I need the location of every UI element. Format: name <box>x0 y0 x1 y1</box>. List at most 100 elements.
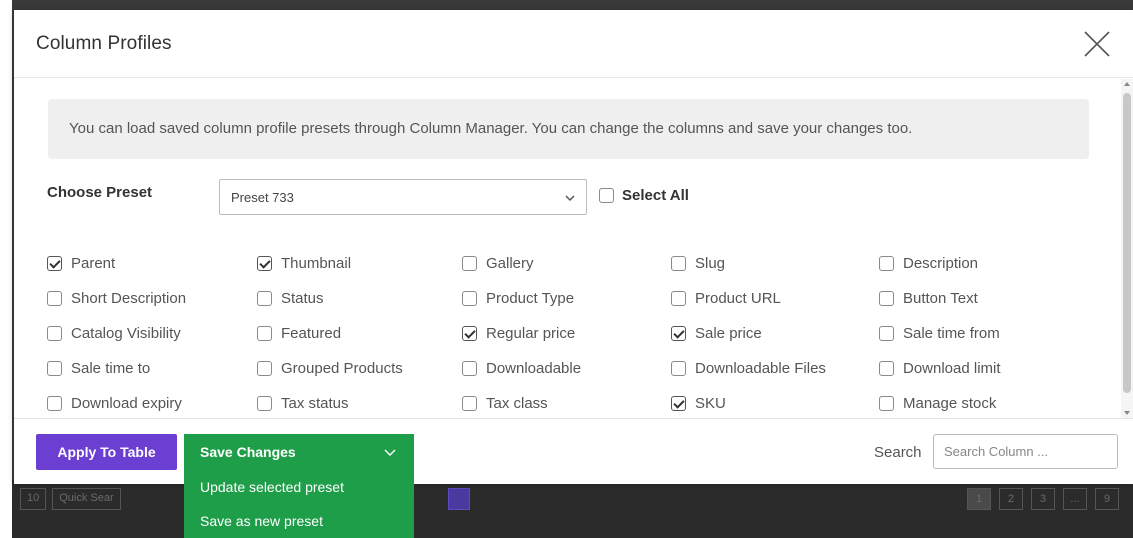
column-label: Sale time from <box>903 325 1000 342</box>
checkbox[interactable] <box>879 291 894 306</box>
background-toolbar: 10 Quick Sear <box>20 488 121 510</box>
checkbox[interactable] <box>671 256 686 271</box>
page-number: 2 <box>999 488 1023 510</box>
column-checkbox-item[interactable]: Button Text <box>879 290 978 307</box>
checkbox[interactable] <box>671 361 686 376</box>
checkbox[interactable] <box>462 361 477 376</box>
column-checkbox-item[interactable]: Manage stock <box>879 395 996 412</box>
modal-header: Column Profiles <box>14 10 1133 78</box>
checkbox[interactable] <box>462 256 477 271</box>
column-checkbox-item[interactable]: Short Description <box>47 290 186 307</box>
checkbox[interactable] <box>879 361 894 376</box>
column-label: Tax status <box>281 395 349 412</box>
checkbox[interactable] <box>47 396 62 411</box>
column-checkbox-item[interactable]: Featured <box>257 325 341 342</box>
column-checkbox-item[interactable]: Sale time to <box>47 360 150 377</box>
search-column-input[interactable] <box>933 434 1118 469</box>
column-label: Sale price <box>695 325 762 342</box>
save-changes-button[interactable]: Save Changes <box>184 434 414 470</box>
select-all-label: Select All <box>622 187 689 204</box>
page-toolbar-area <box>12 480 1133 538</box>
column-label: Downloadable <box>486 360 582 377</box>
checkbox[interactable] <box>257 291 272 306</box>
column-checkbox-item[interactable]: Download limit <box>879 360 1001 377</box>
modal-scrollbar[interactable] <box>1121 79 1133 418</box>
page-ellipsis: ... <box>1063 488 1087 510</box>
column-checkbox-item[interactable]: Product Type <box>462 290 574 307</box>
modal-footer: Apply To Table Save Changes Search <box>14 418 1133 484</box>
checkbox[interactable] <box>257 256 272 271</box>
column-checkbox-item[interactable]: Sale price <box>671 325 762 342</box>
column-label: Featured <box>281 325 342 342</box>
column-checkbox-item[interactable]: Parent <box>47 255 115 272</box>
checkbox[interactable] <box>879 396 894 411</box>
scroll-up-icon[interactable] <box>1124 82 1130 86</box>
checkbox[interactable] <box>671 326 686 341</box>
checkbox[interactable] <box>879 326 894 341</box>
close-icon <box>1084 31 1110 57</box>
close-button[interactable] <box>1081 28 1113 60</box>
column-label: Manage stock <box>903 395 997 412</box>
column-checkbox-item[interactable]: SKU <box>671 395 726 412</box>
page-number: 1 <box>967 488 991 510</box>
column-checkbox-item[interactable]: Description <box>879 255 978 272</box>
preset-select[interactable]: Preset 733 <box>219 179 587 215</box>
checkbox[interactable] <box>671 396 686 411</box>
checkbox[interactable] <box>879 256 894 271</box>
menu-item-save-as-new-preset[interactable]: Save as new preset <box>184 504 414 538</box>
column-checkbox-item[interactable]: Grouped Products <box>257 360 403 377</box>
column-label: Grouped Products <box>281 360 403 377</box>
checkbox[interactable] <box>47 361 62 376</box>
checkbox[interactable] <box>671 291 686 306</box>
checkbox[interactable] <box>257 326 272 341</box>
column-checkbox-item[interactable]: Download expiry <box>47 395 182 412</box>
column-checkbox-item[interactable]: Tax class <box>462 395 548 412</box>
apply-to-table-button[interactable]: Apply To Table <box>36 434 177 470</box>
quick-search-field: Quick Sear <box>52 488 121 510</box>
checkbox[interactable] <box>257 361 272 376</box>
column-checkbox-item[interactable]: Slug <box>671 255 725 272</box>
checkbox[interactable] <box>47 291 62 306</box>
column-checkbox-item[interactable]: Product URL <box>671 290 781 307</box>
column-checkbox-item[interactable]: Thumbnail <box>257 255 351 272</box>
checkbox[interactable] <box>462 326 477 341</box>
column-label: Download limit <box>903 360 1001 377</box>
chevron-down-icon <box>384 449 396 456</box>
column-checkbox-item[interactable]: Tax status <box>257 395 349 412</box>
column-checkbox-item[interactable]: Sale time from <box>879 325 1000 342</box>
checkbox[interactable] <box>47 326 62 341</box>
column-label: Description <box>903 255 979 272</box>
column-label: Gallery <box>486 255 534 272</box>
checkbox[interactable] <box>599 188 614 203</box>
column-label: Short Description <box>71 290 187 307</box>
scroll-thumb[interactable] <box>1123 93 1131 393</box>
column-label: SKU <box>695 395 726 412</box>
column-checkbox-item[interactable]: Downloadable <box>462 360 581 377</box>
column-checkbox-item[interactable]: Downloadable Files <box>671 360 826 377</box>
preset-select-value: Preset 733 <box>231 190 294 205</box>
scroll-down-icon[interactable] <box>1124 411 1130 415</box>
filter-icon <box>448 488 470 510</box>
modal-body: You can load saved column profile preset… <box>14 79 1133 418</box>
column-label: Downloadable Files <box>695 360 826 377</box>
column-checkbox-item[interactable]: Catalog Visibility <box>47 325 181 342</box>
checkbox[interactable] <box>257 396 272 411</box>
checkbox[interactable] <box>462 396 477 411</box>
checkbox[interactable] <box>462 291 477 306</box>
page-number: 3 <box>1031 488 1055 510</box>
column-label: Sale time to <box>71 360 151 377</box>
save-changes-label: Save Changes <box>200 444 296 460</box>
column-label: Thumbnail <box>281 255 352 272</box>
select-all-checkbox[interactable]: Select All <box>599 187 689 204</box>
column-label: Slug <box>695 255 726 272</box>
checkbox[interactable] <box>47 256 62 271</box>
column-checkbox-item[interactable]: Status <box>257 290 324 307</box>
column-label: Product Type <box>486 290 575 307</box>
menu-item-update-selected-preset[interactable]: Update selected preset <box>184 470 414 504</box>
column-checkbox-item[interactable]: Regular price <box>462 325 575 342</box>
column-checkbox-item[interactable]: Gallery <box>462 255 534 272</box>
column-label: Catalog Visibility <box>71 325 181 342</box>
column-label: Parent <box>71 255 116 272</box>
info-notice: You can load saved column profile preset… <box>48 99 1089 159</box>
column-profiles-modal: Column Profiles You can load saved colum… <box>14 10 1133 484</box>
